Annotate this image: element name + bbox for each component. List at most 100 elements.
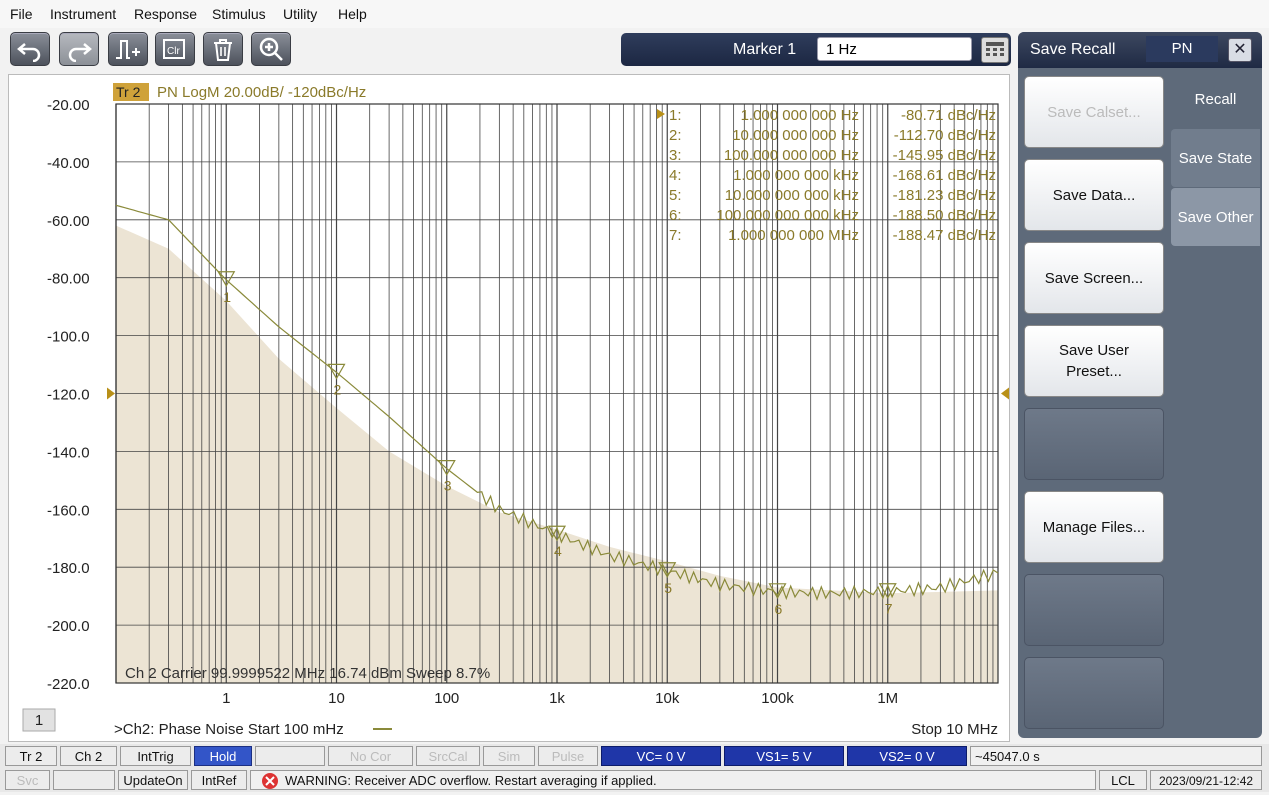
marker-1-label: 1: [223, 289, 231, 305]
zoom-button[interactable]: [251, 32, 291, 66]
marker-7-label: 7: [885, 601, 893, 617]
marker-table-frequency: 1.000 000 000 Hz: [741, 107, 859, 124]
y-tick-label: -200.0: [47, 618, 90, 635]
marker-table-value: -188.47 dBc/Hz: [893, 227, 996, 244]
status-empty: [53, 770, 115, 790]
marker-4-label: 4: [554, 543, 562, 559]
marker-table-index: 5:: [669, 187, 682, 204]
x-tick-label: 100: [434, 690, 459, 707]
status-sim[interactable]: Sim: [483, 746, 535, 766]
reference-marker-left: [107, 387, 115, 400]
marker-table-index: 1:: [669, 107, 682, 124]
x-tick-label: 1k: [549, 690, 565, 707]
status-lcl[interactable]: LCL: [1099, 770, 1147, 790]
status-vc[interactable]: VC= 0 V: [601, 746, 721, 766]
status-bar-top: Tr 2 Ch 2 IntTrig Hold No Cor SrcCal Sim…: [0, 744, 1269, 768]
marker-table-value: -80.71 dBc/Hz: [901, 107, 996, 124]
reference-marker-right: [1001, 387, 1009, 400]
tab-save-other[interactable]: Save Other: [1171, 188, 1260, 246]
menu-bar: File Instrument Response Stimulus Utilit…: [0, 0, 1269, 28]
x-tick-label: 1: [222, 690, 230, 707]
marker-table-frequency: 1.000 000 000 kHz: [733, 167, 859, 184]
marker-table-value: -181.23 dBc/Hz: [893, 187, 996, 204]
empty-softkey[interactable]: [1024, 408, 1164, 480]
status-pulse[interactable]: Pulse: [538, 746, 598, 766]
delete-button[interactable]: [203, 32, 243, 66]
undo-button[interactable]: [10, 32, 50, 66]
menu-help[interactable]: Help: [338, 6, 367, 22]
save-calset-button[interactable]: Save Calset...: [1024, 76, 1164, 148]
status-datetime: 2023/09/21-12:42: [1150, 770, 1262, 790]
y-tick-label: -220.0: [47, 676, 90, 693]
menu-response[interactable]: Response: [134, 6, 197, 22]
marker-table-frequency: 100.000 000 000 Hz: [724, 147, 859, 164]
trace-tag: Tr 2: [116, 84, 141, 100]
keypad-icon: [986, 42, 1004, 56]
tab-save-state[interactable]: Save State: [1171, 129, 1260, 187]
footer-start: >Ch2: Phase Noise Start 100 mHz: [114, 721, 344, 738]
clear-button[interactable]: Clr: [155, 32, 195, 66]
save-screen-button[interactable]: Save Screen...: [1024, 242, 1164, 314]
status-srccal[interactable]: SrcCal: [416, 746, 480, 766]
tab-recall[interactable]: Recall: [1171, 70, 1260, 128]
marker-table-frequency: 1.000 000 000 MHz: [728, 227, 859, 244]
menu-instrument[interactable]: Instrument: [50, 6, 116, 22]
close-button[interactable]: ✕: [1228, 38, 1252, 62]
empty-softkey[interactable]: [1024, 574, 1164, 646]
marker-table-frequency: 100.000 000 000 kHz: [716, 207, 859, 224]
marker-2-label: 2: [334, 381, 342, 397]
redo-icon: [68, 43, 92, 62]
y-tick-label: -160.0: [47, 502, 90, 519]
empty-softkey[interactable]: [1024, 657, 1164, 729]
menu-utility[interactable]: Utility: [283, 6, 317, 22]
x-tick-label: 10: [328, 690, 345, 707]
zoom-icon: [259, 37, 283, 61]
marker-control: Marker 1 1 Hz: [621, 33, 1011, 66]
x-tick-label: 1M: [877, 690, 898, 707]
redo-button[interactable]: [59, 32, 99, 66]
status-correction[interactable]: No Cor: [328, 746, 413, 766]
y-tick-label: -100.0: [47, 329, 90, 346]
status-trigger[interactable]: IntTrig: [120, 746, 191, 766]
status-channel[interactable]: Ch 2: [60, 746, 117, 766]
phase-noise-chart[interactable]: -20.00 -40.00 -60.00 -80.00 -100.0 -120.0 -140…: [9, 75, 1009, 741]
marker-table-frequency: 10.000 000 000 kHz: [725, 187, 859, 204]
svg-text:Clr: Clr: [167, 46, 180, 57]
keypad-button[interactable]: [981, 37, 1009, 63]
marker-value-input[interactable]: 1 Hz: [817, 37, 972, 61]
status-hold[interactable]: Hold: [194, 746, 252, 766]
y-tick-label: -40.00: [47, 155, 90, 172]
status-vs1[interactable]: VS1= 5 V: [724, 746, 844, 766]
save-recall-panel: Save Recall PN ✕ Save Calset... Save Dat…: [1018, 32, 1262, 738]
status-update[interactable]: UpdateOn: [118, 770, 188, 790]
marker-add-button[interactable]: [108, 32, 148, 66]
error-icon: [262, 773, 278, 789]
marker-table-index: 2:: [669, 127, 682, 144]
menu-stimulus[interactable]: Stimulus: [212, 6, 266, 22]
panel-title: Save Recall: [1030, 41, 1116, 58]
marker-table-index: 6:: [669, 207, 682, 224]
status-trace[interactable]: Tr 2: [5, 746, 57, 766]
menu-file[interactable]: File: [10, 6, 33, 22]
undo-icon: [17, 43, 41, 62]
status-svc[interactable]: Svc: [5, 770, 50, 790]
active-marker-arrow: [657, 109, 665, 119]
y-tick-label: -80.00: [47, 271, 90, 288]
marker-table-frequency: 10.000 000 000 Hz: [732, 127, 859, 144]
save-data-button[interactable]: Save Data...: [1024, 159, 1164, 231]
manage-files-button[interactable]: Manage Files...: [1024, 491, 1164, 563]
y-tick-label: -120.0: [47, 387, 90, 404]
footer-stop: Stop 10 MHz: [911, 721, 998, 738]
marker-table-value: -188.50 dBc/Hz: [893, 207, 996, 224]
x-tick-label: 10k: [655, 690, 680, 707]
y-tick-label: -20.00: [47, 97, 90, 114]
warning-text: WARNING: Receiver ADC overflow. Restart …: [285, 773, 657, 788]
marker-label: Marker 1: [733, 41, 797, 58]
save-user-preset-button[interactable]: Save User Preset...: [1024, 325, 1164, 397]
status-bar-bottom: Svc UpdateOn IntRef WARNING: Receiver AD…: [0, 768, 1269, 792]
status-vs2[interactable]: VS2= 0 V: [847, 746, 967, 766]
status-intref[interactable]: IntRef: [191, 770, 247, 790]
marker-table-value: -145.95 dBc/Hz: [893, 147, 996, 164]
marker-table-index: 7:: [669, 227, 682, 244]
x-tick-label: 100k: [761, 690, 794, 707]
